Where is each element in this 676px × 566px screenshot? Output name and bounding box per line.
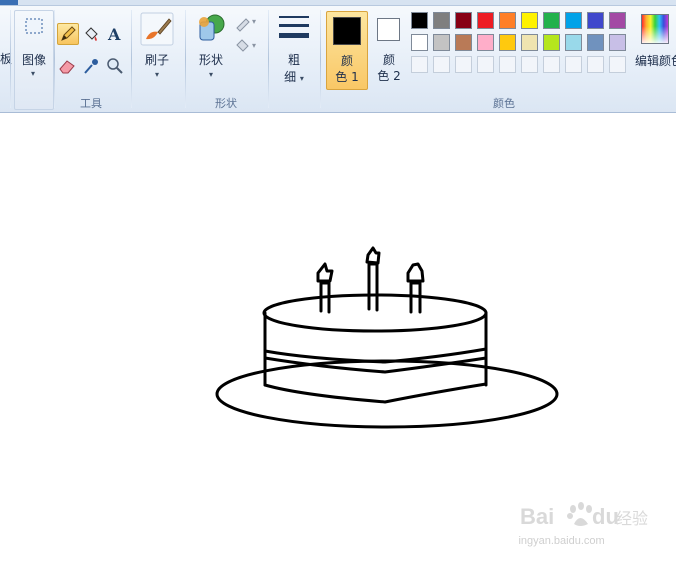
size-label-row: 细 ▾ — [274, 68, 314, 85]
color-swatch[interactable] — [609, 12, 626, 29]
color-swatch[interactable] — [587, 12, 604, 29]
color-swatch[interactable] — [455, 12, 472, 29]
svg-text:A: A — [107, 25, 121, 44]
custom-color-slot[interactable] — [521, 56, 538, 73]
color-swatch[interactable] — [587, 34, 604, 51]
pencil-tool-button[interactable] — [57, 23, 79, 45]
color-swatch[interactable] — [433, 12, 450, 29]
svg-text:▾: ▾ — [252, 17, 256, 26]
custom-color-slot[interactable] — [433, 56, 450, 73]
custom-color-slot[interactable] — [477, 56, 494, 73]
size-button[interactable]: 粗 细 ▾ — [274, 12, 314, 90]
colors-group-label: 颜色 — [493, 97, 515, 110]
color1-swatch — [333, 17, 361, 45]
separator — [54, 10, 55, 108]
outline-pen-icon: ▾ — [236, 17, 256, 32]
separator — [320, 10, 321, 108]
color-swatch[interactable] — [455, 34, 472, 51]
text-tool-button[interactable]: A — [105, 24, 125, 44]
tools-group-label: 工具 — [80, 97, 102, 110]
baidu-logo: Bai du 经验 jingyan.baidu.com — [515, 502, 648, 547]
rainbow-palette-icon — [641, 14, 669, 44]
color-swatch[interactable] — [499, 12, 516, 29]
ribbon-top-strip — [0, 0, 676, 6]
brushes-label: 刷子 — [144, 53, 169, 67]
color-swatch[interactable] — [521, 34, 538, 51]
color-swatch[interactable] — [411, 12, 428, 29]
color-swatch[interactable] — [477, 34, 494, 51]
chevron-down-icon: ▾ — [154, 70, 159, 79]
pencil-icon — [61, 26, 76, 41]
color-picker-button[interactable] — [81, 56, 101, 76]
chevron-down-icon: ▾ — [31, 69, 36, 78]
brush-icon — [140, 12, 174, 46]
select-icon — [25, 18, 43, 34]
custom-color-slot[interactable] — [499, 56, 516, 73]
image-label: 图像 — [21, 53, 46, 67]
shapes-group-label: 形状 — [215, 97, 237, 110]
color-swatch[interactable] — [477, 12, 494, 29]
custom-color-slot[interactable] — [587, 56, 604, 73]
separator — [185, 10, 186, 108]
svg-text:▾: ▾ — [252, 41, 256, 50]
magnifier-button[interactable] — [105, 56, 125, 76]
color-swatch[interactable] — [521, 12, 538, 29]
color-swatch[interactable] — [543, 12, 560, 29]
eraser-icon — [59, 60, 75, 74]
watermark-url: jingyan.baidu.com — [518, 535, 605, 547]
svg-text:Bai: Bai — [520, 504, 554, 529]
color2-swatch — [377, 18, 400, 41]
chevron-down-icon: ▾ — [208, 70, 213, 79]
chevron-down-icon: ▾ — [299, 74, 304, 83]
active-tab-indicator[interactable] — [0, 0, 18, 5]
brushes-button[interactable]: 刷子 ▾ — [136, 10, 178, 90]
color-palette — [411, 12, 631, 78]
shapes-label: 形状 — [198, 53, 223, 67]
ribbon-toolbar: 板 图像 ▾ A 工具 刷子 ▾ 形状 ▾ ▾ ▾ 形状 粗 细 ▾ 颜 色 1… — [0, 0, 676, 113]
baidu-watermark: Bai du 经验 jingyan.baidu.com — [515, 494, 648, 554]
custom-color-slot[interactable] — [411, 56, 428, 73]
size-label-line1: 粗 — [287, 53, 300, 67]
custom-color-slot[interactable] — [455, 56, 472, 73]
color1-label-line1: 颜 — [340, 54, 353, 68]
text-icon: A — [107, 25, 121, 44]
fill-button[interactable]: ▾ — [234, 36, 260, 54]
clipboard-group-fragment[interactable]: 板 — [0, 50, 12, 67]
size-label-line2: 细 — [284, 70, 297, 84]
line-width-icon — [279, 16, 309, 38]
watermark-brand-cn: 经验 — [616, 509, 648, 528]
color2-label-line1: 颜 — [382, 53, 395, 67]
custom-color-slot[interactable] — [565, 56, 582, 73]
eyedropper-icon — [84, 59, 98, 74]
color1-label-line2: 色 1 — [335, 70, 359, 84]
color-swatch[interactable] — [543, 34, 560, 51]
fill-tool-button[interactable] — [81, 24, 101, 44]
separator — [268, 10, 269, 108]
paint-bucket-icon — [85, 27, 98, 41]
magnifier-icon — [107, 58, 123, 74]
edit-colors-label: 编辑颜色 — [634, 54, 676, 68]
separator — [131, 10, 132, 108]
svg-text:du: du — [592, 504, 619, 529]
custom-color-slot[interactable] — [609, 56, 626, 73]
shapes-icon — [199, 14, 225, 41]
separator — [10, 10, 11, 108]
color-swatch[interactable] — [433, 34, 450, 51]
color1-button[interactable]: 颜 色 1 — [326, 11, 368, 90]
color2-label-line2: 色 2 — [377, 69, 401, 83]
eraser-tool-button[interactable] — [57, 56, 77, 76]
color2-button[interactable]: 颜 色 2 — [370, 11, 408, 88]
custom-color-slot[interactable] — [543, 56, 560, 73]
color-swatch[interactable] — [609, 34, 626, 51]
fill-bucket-icon: ▾ — [236, 39, 256, 52]
color-swatch[interactable] — [565, 34, 582, 51]
outline-button[interactable]: ▾ — [234, 14, 260, 32]
color-swatch[interactable] — [565, 12, 582, 29]
image-button[interactable]: 图像 ▾ — [14, 10, 54, 110]
shapes-button[interactable]: 形状 ▾ — [190, 10, 232, 90]
color-swatch[interactable] — [411, 34, 428, 51]
edit-colors-button[interactable]: 编辑颜色 — [632, 12, 676, 90]
color-swatch[interactable] — [499, 34, 516, 51]
